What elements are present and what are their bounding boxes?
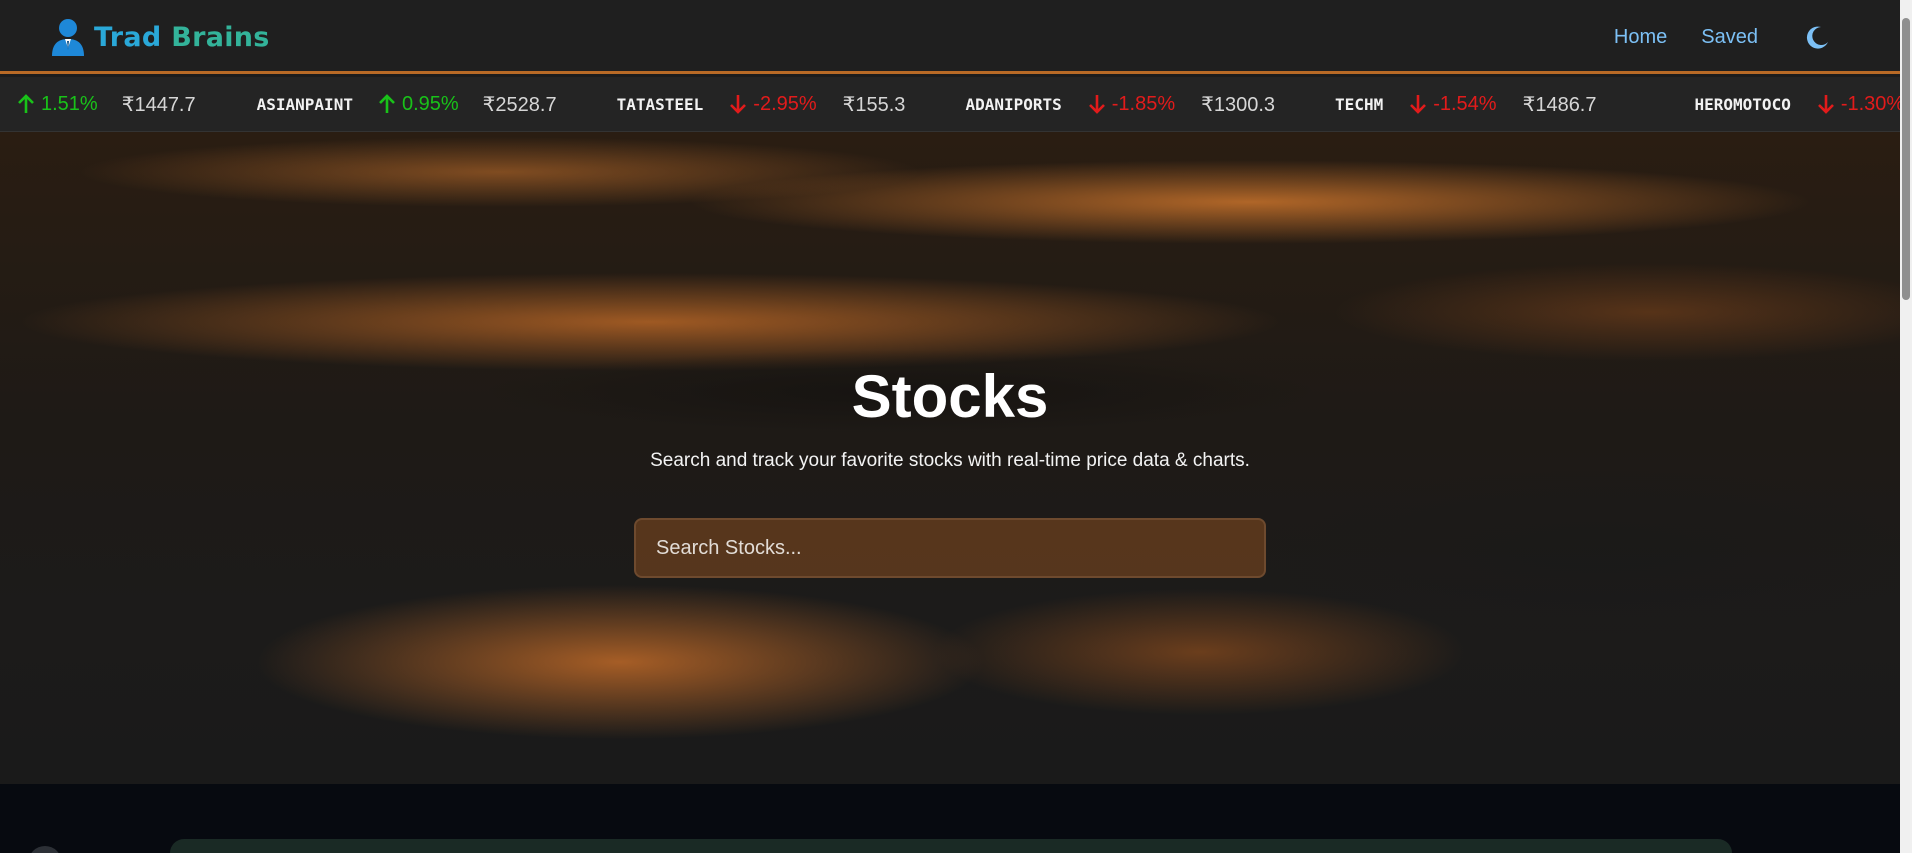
ticker-item[interactable]: HEROMOTOCO -1.30%: [1695, 93, 1901, 116]
page-title: Stocks: [851, 363, 1049, 430]
brand-name-part1: Trad: [94, 21, 162, 53]
ticker-symbol: ADANIPORTS: [965, 94, 1062, 114]
content-section: [0, 784, 1900, 853]
ticker-change-value: 0.95%: [401, 92, 459, 115]
ticker-change: 1.51%: [17, 93, 98, 116]
brand-name: Trad Brains: [94, 22, 270, 53]
ticker-item[interactable]: 1.51% ₹1447.7: [17, 92, 196, 117]
page-subtitle: Search and track your favorite stocks wi…: [650, 450, 1250, 471]
businessman-icon: [50, 18, 86, 56]
arrow-up-icon: [18, 94, 34, 113]
arrow-down-icon: [1817, 95, 1834, 114]
ticker-change: 0.95%: [378, 93, 459, 116]
ticker-change: -1.30%: [1817, 93, 1900, 116]
nav-saved-link[interactable]: Saved: [1701, 26, 1758, 49]
ticker-item[interactable]: TECHM -1.54% ₹1486.7: [1335, 92, 1596, 117]
ticker-change-value: 1.51%: [41, 92, 98, 115]
ticker-price: ₹1447.7: [121, 93, 196, 116]
stock-ticker: 1.51% ₹1447.7 ASIANPAINT 0.95% ₹2528.7 T…: [0, 77, 1900, 132]
search-input[interactable]: [634, 518, 1266, 578]
ticker-price: ₹1300.3: [1201, 93, 1276, 116]
nav-links: Home Saved: [1580, 24, 1830, 50]
ticker-symbol: HEROMOTOCO: [1694, 94, 1791, 114]
ticker-change-value: -1.54%: [1433, 92, 1497, 115]
ticker-item[interactable]: ASIANPAINT 0.95% ₹2528.7: [257, 92, 557, 117]
arrow-down-icon: [730, 95, 747, 114]
ticker-price: ₹155.3: [842, 93, 906, 116]
ticker-item[interactable]: TATASTEEL -2.95% ₹155.3: [617, 92, 906, 117]
page-scrollbar[interactable]: [1900, 0, 1912, 853]
ticker-change: -2.95%: [729, 92, 817, 116]
ticker-change-value: -1.30%: [1840, 92, 1900, 115]
nav-home-link[interactable]: Home: [1614, 26, 1667, 49]
arrow-down-icon: [1410, 95, 1427, 114]
avatar: [28, 846, 62, 853]
content-card: [170, 839, 1732, 853]
scrollbar-thumb[interactable]: [1902, 18, 1910, 300]
brand-name-part2: Brains: [171, 21, 270, 53]
arrow-up-icon: [379, 94, 395, 113]
ticker-symbol: TATASTEEL: [616, 94, 704, 114]
navbar: Trad Brains Home Saved: [0, 0, 1900, 74]
ticker-symbol: TECHM: [1335, 94, 1384, 114]
ticker-symbol: ASIANPAINT: [256, 94, 353, 114]
ticker-item[interactable]: ADANIPORTS -1.85% ₹1300.3: [965, 92, 1275, 117]
arrow-down-icon: [1088, 95, 1105, 114]
brand[interactable]: Trad Brains: [50, 18, 270, 56]
ticker-change-value: -2.95%: [753, 92, 817, 115]
ticker-change-value: -1.85%: [1111, 92, 1176, 115]
ticker-price: ₹2528.7: [482, 93, 557, 116]
hero-section: Stocks Search and track your favorite st…: [0, 132, 1900, 784]
moon-icon[interactable]: [1804, 24, 1830, 50]
ticker-change: -1.85%: [1088, 93, 1175, 116]
ticker-price: ₹1486.7: [1522, 93, 1597, 116]
ticker-change: -1.54%: [1409, 92, 1497, 116]
